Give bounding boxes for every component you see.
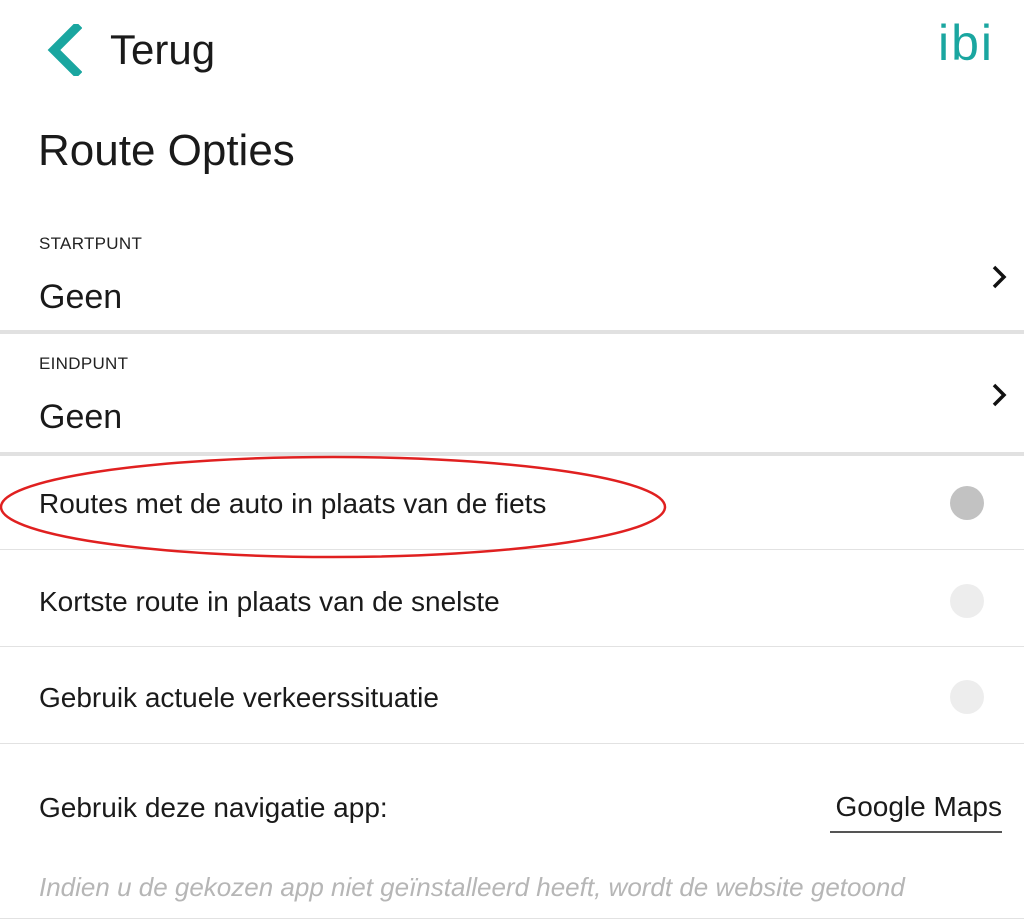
eindpunt-value: Geen — [39, 398, 123, 436]
ibi-logo: ibi — [937, 15, 994, 71]
eindpunt-row[interactable]: EINDPUNT Geen — [0, 338, 1024, 450]
toggle-row-auto: Routes met de auto in plaats van de fiet… — [0, 456, 1024, 552]
divider — [0, 646, 1024, 647]
divider — [0, 918, 1024, 919]
divider — [0, 743, 1024, 744]
navigation-app-label: Gebruik deze navigatie app: — [39, 792, 388, 823]
chevron-left-icon — [44, 24, 82, 76]
navigation-hint: Indien u de gekozen app niet geïnstallee… — [39, 872, 905, 902]
navigation-app-select[interactable]: Google Maps — [830, 787, 1002, 833]
divider — [0, 549, 1024, 550]
divider — [0, 330, 1024, 334]
navigation-app-value: Google Maps — [835, 791, 1002, 822]
chevron-right-icon — [990, 264, 1008, 295]
toggle-label-verkeer: Gebruik actuele verkeerssituatie — [39, 682, 439, 713]
toggle-switch-kortste[interactable] — [950, 584, 984, 618]
startpunt-caption: STARTPUNT — [39, 234, 143, 253]
toggle-row-kortste: Kortste route in plaats van de snelste — [0, 552, 1024, 648]
toggle-label-kortste: Kortste route in plaats van de snelste — [39, 586, 500, 617]
startpunt-row[interactable]: STARTPUNT Geen — [0, 222, 1024, 328]
toggle-row-verkeer: Gebruik actuele verkeerssituatie — [0, 648, 1024, 744]
toggle-switch-auto[interactable] — [950, 486, 984, 520]
toggle-label-auto: Routes met de auto in plaats van de fiet… — [39, 488, 547, 519]
chevron-right-icon — [990, 382, 1008, 413]
eindpunt-caption: EINDPUNT — [39, 354, 129, 373]
back-label: Terug — [110, 26, 216, 73]
toggle-switch-verkeer[interactable] — [950, 680, 984, 714]
page-title: Route Opties — [38, 126, 295, 175]
back-button[interactable]: Terug — [44, 20, 215, 80]
startpunt-value: Geen — [39, 278, 123, 316]
app-header: Terug ibi — [0, 0, 1024, 100]
